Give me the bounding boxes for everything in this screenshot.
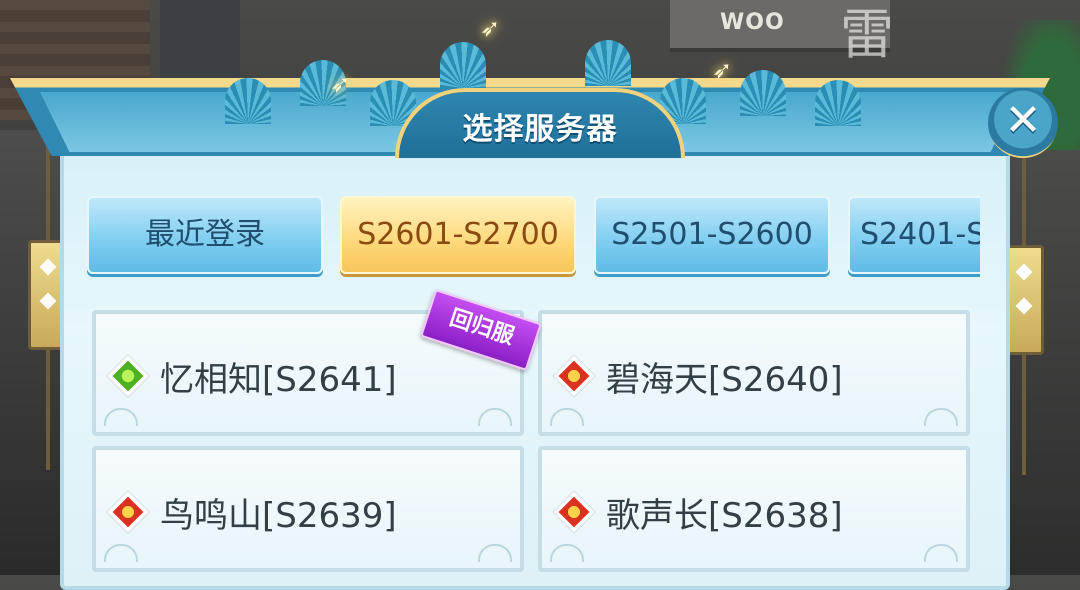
lantern-rope [46, 140, 50, 240]
background-sign-text: WOO [720, 10, 785, 35]
dialog-title: 选择服务器 [462, 112, 618, 147]
cloud-pattern-icon [550, 544, 584, 562]
glowing-bird-icon: ➶ [480, 14, 501, 42]
server-name: 碧海天[S2640] [606, 360, 843, 400]
tab-recent-login[interactable]: 最近登录 [87, 196, 323, 274]
cloud-pattern-icon [478, 408, 512, 426]
fan-decoration-icon [440, 42, 486, 88]
lantern-right-icon [1004, 245, 1044, 355]
tab-s2501-s2600[interactable]: S2501-S2600 [594, 196, 830, 274]
fan-decoration-icon [585, 40, 631, 86]
server-list: 忆相知[S2641] 碧海天[S2640] 鸟鸣山[S2639] 歌声长[S26… [92, 306, 982, 586]
lantern-rope [1022, 150, 1026, 250]
status-online-icon [108, 356, 148, 396]
cloud-pattern-icon [478, 544, 512, 562]
tab-s2401[interactable]: S2401-S [848, 196, 980, 274]
fan-decoration-icon [815, 80, 861, 126]
server-card[interactable]: 鸟鸣山[S2639] [92, 446, 524, 572]
lantern-rope [46, 350, 50, 470]
fan-decoration-icon [225, 78, 271, 124]
cloud-pattern-icon [550, 408, 584, 426]
server-range-tabs: 最近登录 S2601-S2700 S2501-S2600 S2401-S [85, 196, 980, 278]
glowing-bird-icon: ➶ [330, 70, 351, 98]
glowing-bird-icon: ➶ [712, 56, 733, 84]
cloud-pattern-icon [924, 408, 958, 426]
server-card[interactable]: 歌声长[S2638] [538, 446, 970, 572]
cloud-pattern-icon [104, 408, 138, 426]
status-busy-icon [554, 492, 594, 532]
cloud-pattern-icon [924, 544, 958, 562]
close-button[interactable]: ✕ [988, 88, 1058, 158]
server-name: 鸟鸣山[S2639] [160, 496, 397, 536]
fan-decoration-icon [740, 70, 786, 116]
server-name: 歌声长[S2638] [606, 496, 843, 536]
background-right-shade [1005, 150, 1080, 575]
lantern-rope [1022, 355, 1026, 475]
tab-s2601-s2700[interactable]: S2601-S2700 [340, 196, 576, 274]
cloud-pattern-icon [104, 544, 138, 562]
status-busy-icon [108, 492, 148, 532]
status-busy-icon [554, 356, 594, 396]
server-card[interactable]: 碧海天[S2640] [538, 310, 970, 436]
background-calligraphy: 雷 [840, 3, 894, 66]
server-name: 忆相知[S2641] [160, 360, 397, 400]
